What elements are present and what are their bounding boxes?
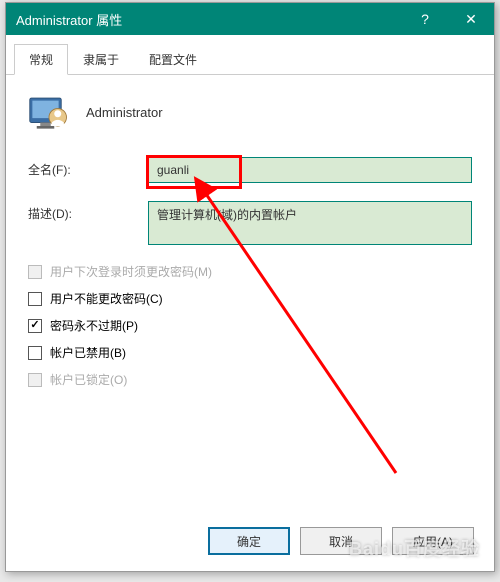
watermark: Baidu百度经验 <box>349 535 480 561</box>
checkbox-locked <box>28 373 42 387</box>
fullname-input[interactable] <box>148 157 472 183</box>
checkbox-never-expire[interactable] <box>28 319 42 333</box>
description-input[interactable]: 管理计算机(域)的内置帐户 <box>148 201 472 245</box>
checkbox-must-change-label: 用户下次登录时须更改密码(M) <box>50 263 212 280</box>
tab-general[interactable]: 常规 <box>14 44 68 75</box>
user-icon <box>28 91 70 133</box>
titlebar-buttons: ? ✕ <box>402 3 494 35</box>
fullname-label: 全名(F): <box>28 157 148 178</box>
checkbox-disabled-label: 帐户已禁用(B) <box>50 344 126 361</box>
description-label: 描述(D): <box>28 201 148 222</box>
checkbox-never-expire-label: 密码永不过期(P) <box>50 317 138 334</box>
checkbox-cannot-change[interactable] <box>28 292 42 306</box>
checkbox-never-expire-row[interactable]: 密码永不过期(P) <box>28 317 472 334</box>
user-header: Administrator <box>28 91 472 133</box>
checkbox-disabled-row[interactable]: 帐户已禁用(B) <box>28 344 472 361</box>
description-row: 描述(D): 管理计算机(域)的内置帐户 <box>28 201 472 245</box>
checkbox-cannot-change-row[interactable]: 用户不能更改密码(C) <box>28 290 472 307</box>
checkbox-must-change <box>28 265 42 279</box>
checkbox-disabled[interactable] <box>28 346 42 360</box>
checkbox-locked-label: 帐户已锁定(O) <box>50 371 127 388</box>
tab-content: Administrator 全名(F): 描述(D): 管理计算机(域)的内置帐… <box>6 75 494 414</box>
window-title: Administrator 属性 <box>16 10 402 29</box>
checkbox-group: 用户下次登录时须更改密码(M) 用户不能更改密码(C) 密码永不过期(P) 帐户… <box>28 263 472 388</box>
user-name-label: Administrator <box>86 105 163 120</box>
close-button[interactable]: ✕ <box>448 3 494 35</box>
help-button[interactable]: ? <box>402 3 448 35</box>
checkbox-must-change-row: 用户下次登录时须更改密码(M) <box>28 263 472 280</box>
checkbox-cannot-change-label: 用户不能更改密码(C) <box>50 290 163 307</box>
tab-member-of[interactable]: 隶属于 <box>68 44 134 75</box>
checkbox-locked-row: 帐户已锁定(O) <box>28 371 472 388</box>
tab-profile[interactable]: 配置文件 <box>134 44 212 75</box>
tab-strip: 常规 隶属于 配置文件 <box>6 35 494 75</box>
titlebar: Administrator 属性 ? ✕ <box>6 3 494 35</box>
fullname-row: 全名(F): <box>28 157 472 183</box>
properties-dialog: Administrator 属性 ? ✕ 常规 隶属于 配置文件 Adminis… <box>5 2 495 572</box>
ok-button[interactable]: 确定 <box>208 527 290 555</box>
